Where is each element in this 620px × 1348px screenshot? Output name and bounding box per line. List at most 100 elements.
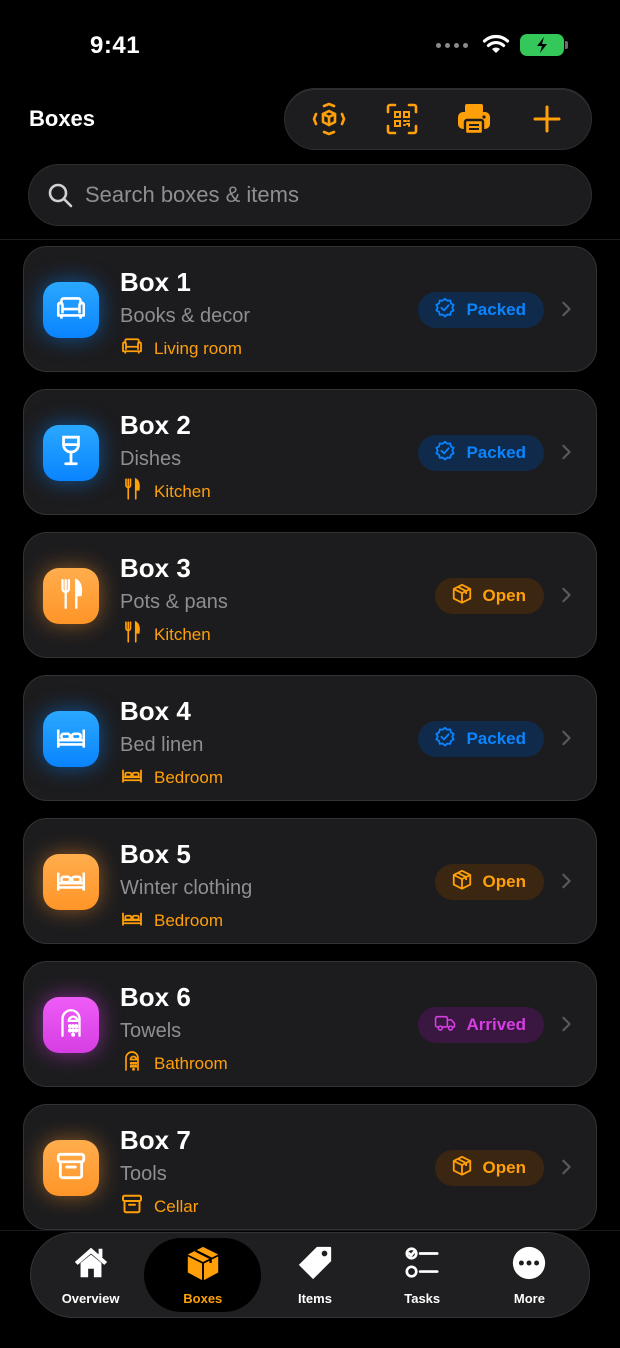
sofa-icon: [120, 334, 144, 363]
tab-label: Overview: [61, 1291, 120, 1306]
box-room-label: Bathroom: [154, 1053, 228, 1073]
tab-tasks[interactable]: Tasks: [369, 1238, 476, 1312]
status-badge: Arrived: [418, 1007, 544, 1043]
box-title: Box 4: [120, 696, 191, 726]
search-icon: [48, 183, 73, 208]
box-icon-tile: [43, 1140, 99, 1196]
box-title: Box 3: [120, 553, 191, 583]
status-badge: Packed: [418, 435, 544, 471]
box-row[interactable]: Box 3 Pots & pans Kitchen Open: [23, 532, 597, 658]
box-room-label: Bedroom: [154, 910, 223, 930]
status-bar: 9:41: [0, 0, 620, 90]
toolbar: [284, 88, 592, 150]
cellular-signal-icon: [436, 42, 468, 48]
box-icon-tile: [43, 711, 99, 767]
chevron-right-icon: [558, 730, 574, 751]
badge-check-icon: [434, 297, 456, 324]
fork-knife-icon: [120, 620, 144, 649]
tab-items[interactable]: Items: [261, 1238, 368, 1312]
ellipsis-circle-icon: [510, 1244, 548, 1287]
shower-icon: [54, 1006, 88, 1045]
status-badge: Open: [434, 578, 544, 614]
box-row[interactable]: Box 5 Winter clothing Bedroom Open: [23, 818, 597, 944]
box-title: Box 5: [120, 839, 191, 869]
box-row[interactable]: Box 4 Bed linen Bedroom Packed: [23, 675, 597, 801]
tag-icon: [296, 1244, 334, 1287]
page-title: Boxes: [29, 106, 96, 131]
tab-more[interactable]: More: [476, 1238, 583, 1312]
cube-icon: [451, 869, 473, 896]
search-input[interactable]: [85, 182, 565, 208]
tab-overview[interactable]: Overview: [37, 1238, 144, 1312]
tab-label: Items: [297, 1291, 332, 1306]
search-bar[interactable]: [28, 164, 592, 226]
wifi-icon: [482, 34, 510, 53]
fork-knife-icon: [120, 477, 144, 506]
box-title: Box 2: [120, 410, 191, 440]
tab-bar: Overview Boxes Items Tasks More: [30, 1232, 590, 1318]
box-room-label: Kitchen: [154, 481, 211, 501]
bed-icon: [120, 906, 144, 935]
chevron-right-icon: [558, 301, 574, 322]
chevron-right-icon: [558, 1016, 574, 1037]
status-badge-label: Packed: [466, 300, 526, 319]
badge-check-icon: [434, 726, 456, 753]
tab-label: Tasks: [404, 1291, 441, 1306]
box-row[interactable]: Box 2 Dishes Kitchen Packed: [23, 389, 597, 515]
box-room: Bedroom: [120, 906, 223, 935]
cube-icon: [451, 583, 473, 610]
box-room-label: Bedroom: [154, 767, 223, 787]
qr-scan-button[interactable]: [374, 95, 430, 143]
chevron-right-icon: [558, 1159, 574, 1180]
box-subtitle: Dishes: [120, 448, 182, 470]
status-badge-label: Open: [482, 586, 526, 605]
box-list: Box 1 Books & decor Living room Packed B…: [23, 246, 597, 1247]
box-subtitle: Winter clothing: [120, 877, 253, 899]
tab-boxes[interactable]: Boxes: [144, 1238, 262, 1312]
box-subtitle: Books & decor: [120, 305, 251, 327]
box-room: Bathroom: [120, 1049, 228, 1078]
status-badge: Packed: [418, 292, 544, 328]
printer-icon: [458, 104, 491, 136]
box-icon-tile: [43, 997, 99, 1053]
box-room: Cellar: [120, 1192, 198, 1221]
status-badge: Packed: [418, 721, 544, 757]
box-subtitle: Pots & pans: [120, 591, 228, 613]
tab-label: Boxes: [183, 1291, 223, 1306]
status-icons: [436, 34, 568, 56]
box-row[interactable]: Box 7 Tools Cellar Open: [23, 1104, 597, 1230]
box-room: Kitchen: [120, 620, 211, 649]
qr-code-icon: [386, 103, 418, 135]
status-badge: Open: [434, 1150, 544, 1186]
badge-check-icon: [434, 440, 456, 467]
box-row[interactable]: Box 6 Towels Bathroom Arrived: [23, 961, 597, 1087]
status-time: 9:41: [90, 32, 141, 59]
ar-scan-icon: [312, 102, 346, 136]
checklist-icon: [403, 1244, 441, 1287]
ar-scan-button[interactable]: [301, 95, 357, 143]
box-room-label: Cellar: [154, 1196, 199, 1216]
plus-icon: [533, 105, 561, 133]
add-box-button[interactable]: [519, 95, 575, 143]
status-badge-label: Arrived: [466, 1015, 526, 1034]
status-badge: Open: [434, 864, 544, 900]
box-icon-tile: [43, 854, 99, 910]
status-badge-label: Open: [482, 872, 526, 891]
fork-knife-icon: [54, 577, 88, 616]
box-room: Living room: [120, 334, 242, 363]
house-icon: [72, 1244, 110, 1287]
print-button[interactable]: [446, 95, 502, 143]
box-subtitle: Towels: [120, 1020, 182, 1042]
status-badge-label: Open: [482, 1158, 526, 1177]
archive-box-icon: [120, 1192, 144, 1221]
box-subtitle: Bed linen: [120, 734, 204, 756]
box-subtitle: Tools: [120, 1163, 167, 1185]
shower-icon: [120, 1049, 144, 1078]
chevron-right-icon: [558, 587, 574, 608]
truck-icon: [434, 1012, 456, 1039]
battery-icon: [520, 34, 568, 56]
box-row[interactable]: Box 1 Books & decor Living room Packed: [23, 246, 597, 372]
wineglass-icon: [54, 434, 88, 473]
archive-box-icon: [54, 1149, 88, 1188]
tab-label: More: [513, 1291, 545, 1306]
